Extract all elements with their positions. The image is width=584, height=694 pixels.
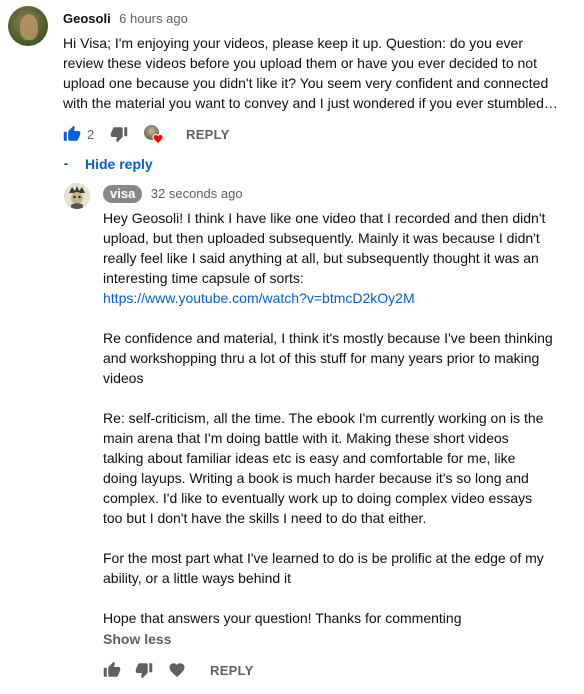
thumb-down-icon[interactable] [110,125,128,143]
commenter-avatar[interactable] [8,6,48,46]
reply-button[interactable]: REPLY [186,127,230,142]
heart-icon[interactable] [168,661,186,679]
reply-line: interesting time capsule of sorts: [103,270,304,286]
reply-line: and workshopping thru a lot of this stuf… [103,350,540,366]
reply-time[interactable]: 32 seconds ago [151,186,243,201]
thumb-up-icon[interactable] [63,125,81,143]
thumb-up-icon[interactable] [103,661,121,679]
reply-line: really feel like I said anything at all,… [103,250,539,266]
reply-line: Re confidence and material, I think it's… [103,330,553,346]
thumb-down-icon[interactable] [135,661,153,679]
reply-button[interactable]: REPLY [210,663,254,678]
reply-line: Hope that answers your question! Thanks … [103,610,462,626]
comment-text: Hi Visa; I'm enjoying your videos, pleas… [63,33,578,113]
heart-icon [152,133,164,145]
reply-line: Hey Geosoli! I think I have like one vid… [103,210,546,226]
comment-line: Hi Visa; I'm enjoying your videos, pleas… [63,35,524,51]
author-badge[interactable]: visa [103,185,143,203]
reply-line: upload, but then uploaded subsequently. … [103,230,540,246]
reply-line: doing layups. Writing a book is much har… [103,470,529,486]
hide-reply-label: Hide reply [85,156,153,172]
comment-time[interactable]: 6 hours ago [119,11,188,26]
reply-line: ability, or a little ways behind it [103,570,292,586]
reply-line: complex. I'd like to eventually work up … [103,490,533,506]
video-link[interactable]: https://www.youtube.com/watch?v=btmcD2kO… [103,288,578,308]
reply-line: For the most part what I've learned to d… [103,550,544,566]
reply-line: Re: self-criticism, all the time. The eb… [103,410,544,426]
caret-up-icon [63,162,69,165]
comment-author[interactable]: Geosoli [63,11,111,26]
reply-line: videos [103,370,144,386]
reply-line: too but I don't have the skills I need t… [103,510,427,526]
reply-author-avatar[interactable] [64,183,90,209]
reply-text: Hey Geosoli! I think I have like one vid… [103,208,578,628]
like-count: 2 [87,127,95,142]
comment-line: with the material you want to convey and… [63,95,558,111]
creator-heart-badge[interactable] [144,125,166,147]
show-less-button[interactable]: Show less [103,631,171,647]
reply-header: visa 32 seconds ago [103,185,243,203]
comment-line: upload one because you didn't like it? Y… [63,75,549,91]
reply-line: talking about familiar ideas etc is easy… [103,450,516,466]
comment-header: Geosoli 6 hours ago [63,10,188,28]
comment-line: review these videos before you upload th… [63,55,537,71]
reply-line: main arena that I'm doing battle with it… [103,430,509,446]
